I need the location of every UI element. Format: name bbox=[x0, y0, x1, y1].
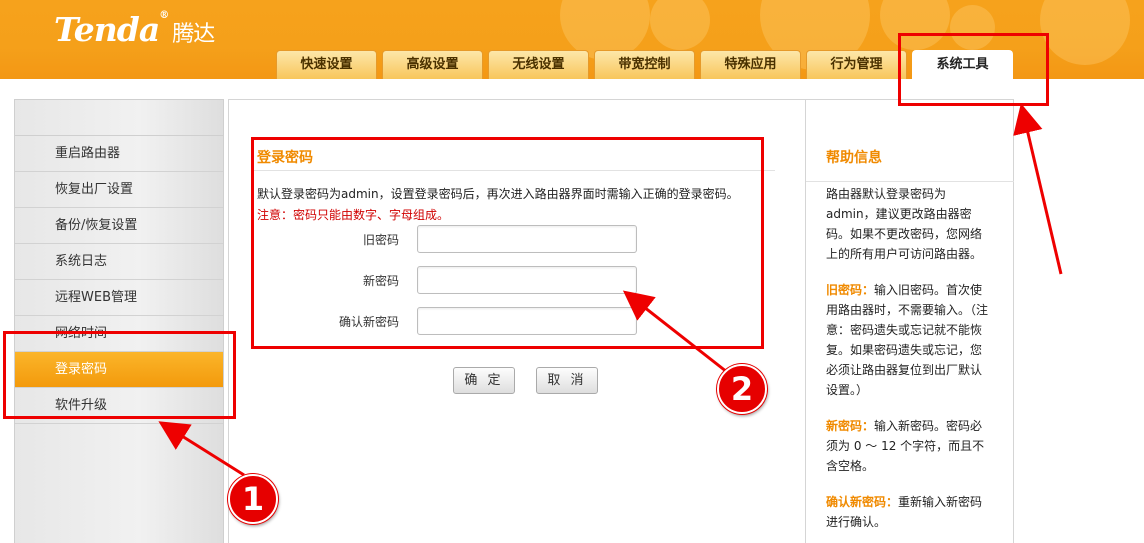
help-intro: 路由器默认登录密码为admin，建议更改路由器密码。如果不更改密码，您网络上的所… bbox=[826, 187, 983, 261]
sidebar-item-system-log[interactable]: 系统日志 bbox=[15, 244, 223, 280]
sidebar-header bbox=[15, 100, 223, 136]
decor-bubble bbox=[650, 0, 710, 50]
annotation-box-password-form bbox=[251, 137, 764, 349]
arrow-to-system-tools bbox=[1013, 103, 1063, 275]
sidebar-item-remote-web[interactable]: 远程WEB管理 bbox=[15, 280, 223, 316]
help-item-confirm-password: 确认新密码：重新输入新密码进行确认。 bbox=[826, 492, 992, 532]
tab-wireless[interactable]: 无线设置 bbox=[488, 50, 589, 79]
annotation-box-login-password bbox=[3, 331, 236, 419]
tab-bandwidth[interactable]: 带宽控制 bbox=[594, 50, 695, 79]
tab-behavior[interactable]: 行为管理 bbox=[806, 50, 907, 79]
brand-reg-mark: ® bbox=[159, 10, 169, 21]
help-panel: 帮助信息 路由器默认登录密码为admin，建议更改路由器密码。如果不更改密码，您… bbox=[806, 99, 1014, 543]
annotation-box-system-tools bbox=[898, 33, 1049, 106]
ok-button[interactable]: 确 定 bbox=[453, 367, 515, 394]
help-title: 帮助信息 bbox=[826, 150, 882, 166]
help-divider bbox=[806, 181, 1014, 182]
help-term: 旧密码： bbox=[826, 283, 875, 297]
help-term: 确认新密码： bbox=[826, 495, 899, 509]
brand-name: Tenda bbox=[54, 10, 160, 49]
sidebar: 重启路由器 恢复出厂设置 备份/恢复设置 系统日志 远程WEB管理 网络时间 登… bbox=[14, 99, 224, 543]
sidebar-item-factory-reset[interactable]: 恢复出厂设置 bbox=[15, 172, 223, 208]
step-badge-2: 2 bbox=[717, 364, 767, 414]
help-text: 输入旧密码。首次使用路由器时，不需要输入。（注意：密码遗失或忘记就不能恢复。如果… bbox=[826, 283, 989, 397]
step-badge-1: 1 bbox=[228, 474, 278, 524]
brand-logo: Tenda®腾达 bbox=[54, 10, 215, 49]
sidebar-item-reboot[interactable]: 重启路由器 bbox=[15, 136, 223, 172]
cancel-button[interactable]: 取 消 bbox=[536, 367, 598, 394]
tab-special-apps[interactable]: 特殊应用 bbox=[700, 50, 801, 79]
brand-name-cn: 腾达 bbox=[172, 22, 215, 47]
tab-quick-setup[interactable]: 快速设置 bbox=[276, 50, 377, 79]
help-term: 新密码： bbox=[826, 419, 875, 433]
decor-bubble bbox=[1040, 0, 1130, 65]
sidebar-item-backup-restore[interactable]: 备份/恢复设置 bbox=[15, 208, 223, 244]
help-item-old-password: 旧密码：输入旧密码。首次使用路由器时，不需要输入。（注意：密码遗失或忘记就不能恢… bbox=[826, 280, 992, 400]
help-item-new-password: 新密码：输入新密码。密码必须为 0 ～ 12 个字符，而且不含空格。 bbox=[826, 416, 992, 476]
tab-advanced[interactable]: 高级设置 bbox=[382, 50, 483, 79]
